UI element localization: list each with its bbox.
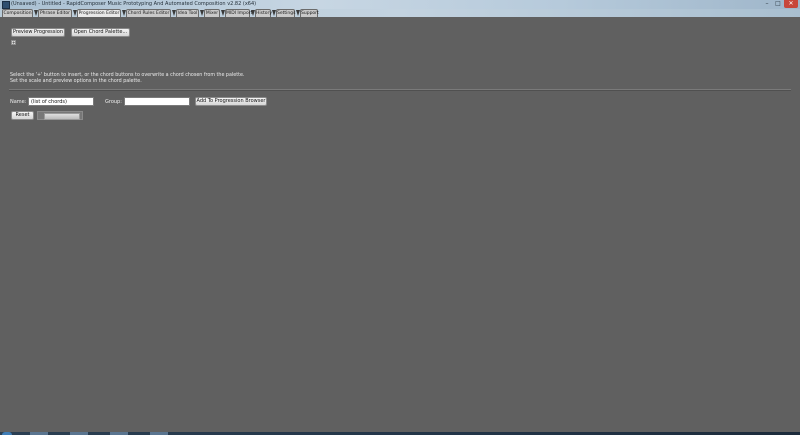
open-chord-palette-button[interactable]: Open Chord Palette... [71,28,130,37]
group-input[interactable] [124,97,190,106]
tab-mixer[interactable]: Mixer [204,9,220,17]
app-logo-icon [2,1,10,9]
add-chord-button[interactable]: + [11,40,16,45]
title-bar[interactable]: (Unsaved) - Untitled - RapidComposer Mus… [0,0,800,9]
preview-progression-button[interactable]: Preview Progression [11,28,65,37]
progression-editor-panel: Preview Progression Open Chord Palette..… [0,17,800,432]
tab-chord-rules-editor[interactable]: Chord Rules Editor [126,9,171,17]
tab-phrase-editor[interactable]: Phrase Editor [38,9,72,17]
minimize-button[interactable]: – [762,0,772,8]
window-title: (Unsaved) - Untitled - RapidComposer Mus… [11,1,257,7]
instruction-text: Set the scale and preview options in the… [10,79,142,84]
tab-progression-editor[interactable]: Progression Editor [77,9,121,17]
reset-button[interactable]: Reset [11,111,34,120]
close-button[interactable]: ✕ [784,0,798,8]
tab-midi-import[interactable]: MIDI Import [225,9,252,17]
tab-settings[interactable]: Settings [276,9,295,17]
scale-selector-face [44,113,80,120]
group-label: Group: [105,99,122,105]
name-input[interactable] [28,97,94,106]
scale-selector[interactable] [37,111,83,120]
tab-support[interactable]: Support [300,9,319,17]
name-label: Name: [10,99,27,105]
tab-strip: Composition Phrase Editor Progression Ed… [0,9,800,17]
tab-idea-tool[interactable]: Idea Tool [176,9,199,17]
add-to-progression-browser-button[interactable]: Add To Progression Browser [195,97,267,106]
maximize-button[interactable]: □ [773,0,783,8]
divider [9,89,791,91]
app-window: (Unsaved) - Untitled - RapidComposer Mus… [0,0,800,435]
tab-composition[interactable]: Composition [2,9,33,17]
tab-history[interactable]: History [255,9,272,17]
